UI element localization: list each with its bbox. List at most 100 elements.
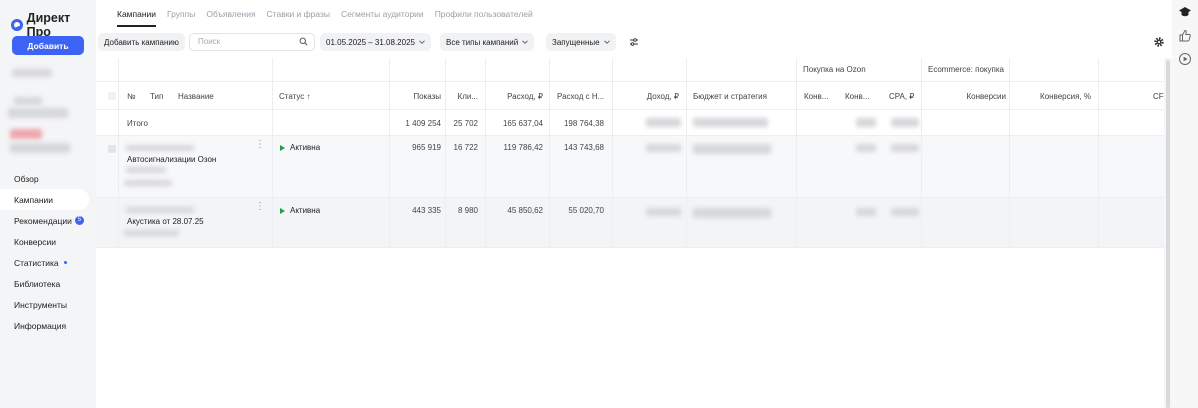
- search-input[interactable]: Поиск: [189, 33, 315, 51]
- col-spend-vat[interactable]: Расход с Н...: [557, 92, 604, 101]
- sidebar-item-overview[interactable]: Обзор: [0, 168, 96, 189]
- col-impressions[interactable]: Показы: [391, 92, 441, 101]
- col-ozon-cpa[interactable]: CPA, ₽: [889, 92, 914, 101]
- sidebar-item-recommendations[interactable]: Рекомендации 5: [0, 210, 96, 231]
- add-button[interactable]: Добавить: [12, 36, 84, 55]
- tab-ads[interactable]: Объявления: [206, 0, 255, 28]
- account-blurred: [12, 69, 52, 77]
- column-divider: [796, 58, 797, 248]
- state-filter-select[interactable]: Запущенные: [546, 33, 616, 51]
- column-divider: [921, 58, 922, 248]
- sidebar-item-label: Библиотека: [14, 278, 61, 289]
- sidebar-item-info[interactable]: Информация: [0, 315, 96, 336]
- chevron-down-icon: [522, 40, 529, 44]
- campaign-name[interactable]: Автосигнализации Озон: [127, 155, 216, 164]
- total-spend-vat: 198 764,38: [563, 119, 604, 128]
- right-rail: [1172, 0, 1198, 408]
- blurred-value: [646, 208, 681, 216]
- tab-groups[interactable]: Группы: [167, 0, 195, 28]
- col-ecom-conversions[interactable]: Конверсии: [936, 92, 1006, 101]
- campaign-types-select[interactable]: Все типы кампаний: [440, 33, 535, 51]
- play-circle-icon[interactable]: [1178, 52, 1192, 66]
- total-label: Итого: [127, 119, 148, 128]
- sidebar-item-label: Обзор: [14, 173, 39, 184]
- graduation-cap-icon[interactable]: [1178, 5, 1192, 19]
- sidebar-item-label: Конверсии: [14, 236, 56, 247]
- blurred-value: [126, 207, 194, 213]
- add-campaign-button[interactable]: Добавить кампанию: [98, 33, 185, 51]
- col-spend[interactable]: Расход, ₽: [486, 92, 543, 101]
- filter-sliders-icon[interactable]: [629, 37, 639, 47]
- table-total-row: Итого 1 409 254 25 702 165 637,04 198 76…: [96, 110, 1164, 136]
- new-dot-icon: [63, 261, 67, 264]
- col-name[interactable]: Название: [178, 92, 214, 101]
- chevron-down-icon: [419, 40, 425, 44]
- account-blurred: [8, 108, 68, 118]
- col-budget[interactable]: Бюджет и стратегия: [693, 92, 767, 101]
- more-actions-icon[interactable]: ⋮: [255, 201, 265, 212]
- tab-user-profiles[interactable]: Профили пользователей: [435, 0, 533, 28]
- tab-bids[interactable]: Ставки и фразы: [267, 0, 330, 28]
- row-spend: 45 850,62: [507, 206, 543, 215]
- row-impressions: 965 919: [412, 143, 441, 152]
- more-actions-icon[interactable]: ⋮: [255, 139, 265, 150]
- blurred-value: [693, 118, 768, 127]
- blurred-value: [856, 144, 876, 152]
- col-num[interactable]: №: [127, 92, 136, 101]
- col-type[interactable]: Тип: [150, 92, 163, 101]
- col-clicks[interactable]: Кли...: [446, 92, 478, 101]
- table-row[interactable]: Акустика от 28.07.25 ⋮ Активна 443 335 8…: [96, 198, 1164, 248]
- column-divider: [1009, 58, 1010, 248]
- gear-icon[interactable]: [1153, 36, 1165, 48]
- col-ecom-conversion-rate[interactable]: Конверсия, %: [1011, 92, 1091, 101]
- account-blurred: [10, 129, 42, 139]
- logo-text: Директ Про: [26, 11, 71, 39]
- col-ozon-conversions[interactable]: Конв...: [804, 92, 828, 101]
- column-divider: [272, 58, 273, 248]
- blurred-value: [891, 144, 919, 152]
- search-placeholder: Поиск: [198, 37, 221, 46]
- column-divider: [612, 58, 613, 248]
- search-icon: [299, 37, 308, 46]
- vertical-scrollbar[interactable]: [1164, 58, 1172, 408]
- status-text: Активна: [290, 206, 321, 215]
- main-content: Кампании Группы Объявления Ставки и фраз…: [96, 0, 1172, 408]
- total-clicks: 25 702: [453, 119, 478, 128]
- campaign-types-value: Все типы кампаний: [446, 37, 519, 47]
- play-icon: [280, 144, 285, 151]
- col-status[interactable]: Статус ↑: [279, 92, 311, 101]
- app-logo[interactable]: Директ Про: [11, 11, 96, 39]
- sidebar-item-library[interactable]: Библиотека: [0, 273, 96, 294]
- state-filter-value: Запущенные: [552, 37, 600, 47]
- table-row[interactable]: Автосигнализации Озон ⋮ Активна 965 919 …: [96, 136, 1164, 198]
- column-divider: [549, 58, 550, 248]
- blurred-value: [126, 145, 194, 151]
- row-impressions: 443 335: [412, 206, 441, 215]
- thumb-up-icon[interactable]: [1178, 29, 1192, 43]
- column-divider: [389, 58, 390, 248]
- blurred-value: [124, 180, 172, 186]
- account-blurred: [14, 97, 42, 105]
- sidebar-item-label: Статистика: [14, 257, 59, 268]
- campaign-name[interactable]: Акустика от 28.07.25: [127, 217, 204, 226]
- col-income[interactable]: Доход, ₽: [616, 92, 679, 101]
- row-clicks: 8 980: [457, 206, 478, 215]
- sidebar-item-campaigns[interactable]: Кампании: [0, 189, 89, 210]
- date-range-select[interactable]: 01.05.2025 – 31.08.2025: [320, 33, 431, 51]
- tab-audiences[interactable]: Сегменты аудитории: [341, 0, 424, 28]
- date-range-value: 01.05.2025 – 31.08.2025: [326, 37, 415, 47]
- add-campaign-label: Добавить кампанию: [104, 37, 179, 47]
- select-all-checkbox[interactable]: [108, 92, 116, 100]
- sidebar-item-tools[interactable]: Инструменты: [0, 294, 96, 315]
- col-ecom-cp[interactable]: CF: [1153, 92, 1164, 101]
- table-header-row: № Тип Название Статус ↑ Показы Кли... Ра…: [96, 82, 1164, 110]
- sidebar-item-statistics[interactable]: Статистика: [0, 252, 96, 273]
- row-checkbox[interactable]: [108, 145, 116, 153]
- sidebar: Директ Про Добавить Обзор Кампании Реком…: [0, 0, 96, 408]
- sidebar-item-label: Информация: [14, 320, 67, 331]
- direct-logo-icon: [11, 19, 23, 31]
- col-ozon-conversions-2[interactable]: Конв...: [845, 92, 869, 101]
- sidebar-item-conversions[interactable]: Конверсии: [0, 231, 96, 252]
- tab-campaigns[interactable]: Кампании: [117, 0, 157, 28]
- blurred-value: [891, 118, 919, 127]
